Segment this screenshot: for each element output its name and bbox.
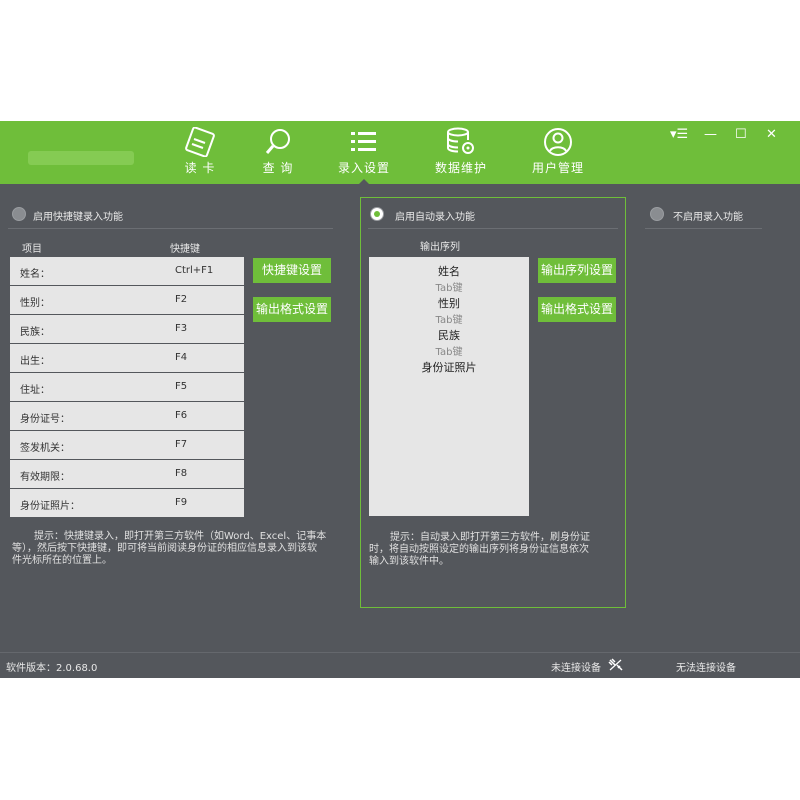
row-key: F2 xyxy=(175,294,188,305)
row-key: F6 xyxy=(175,410,188,421)
list-item: Tab键 xyxy=(435,283,463,294)
nav-user-management-label: 用户管理 xyxy=(531,161,584,175)
nav-input-settings-label: 录入设置 xyxy=(337,161,390,175)
output-sequence-list[interactable]: 姓名 Tab键 性别 Tab键 民族 Tab键 身份证照片 xyxy=(369,257,529,516)
row-key: F9 xyxy=(175,497,188,508)
shortcut-output-format-button[interactable]: 输出格式设置 xyxy=(253,297,331,322)
row-key: Ctrl+F1 xyxy=(175,265,214,276)
app-window: 读 卡 查 询 录入设置 数据维护 用户管理 ▾☰ — ☐ ✕ 启用快捷键录入功… xyxy=(0,121,800,678)
tip-line: 提示：快捷键录入，即打开第三方软件（如Word、Excel、记事本 xyxy=(34,531,327,542)
nav-data-maintenance[interactable]: 数据维护 xyxy=(430,127,492,179)
top-toolbar: 读 卡 查 询 录入设置 数据维护 用户管理 ▾☰ — ☐ ✕ xyxy=(0,121,800,185)
version-text: 软件版本：2.0.68.0 xyxy=(6,663,98,674)
table-row[interactable]: 出生： F4 xyxy=(10,344,244,372)
row-name: 身份证号： xyxy=(20,414,70,425)
divider xyxy=(645,228,762,229)
device-status: 未连接设备 xyxy=(551,663,601,674)
table-row[interactable]: 性别： F2 xyxy=(10,286,244,314)
row-key: F5 xyxy=(175,381,188,392)
table-row[interactable]: 民族： F3 xyxy=(10,315,244,343)
nav-read-card[interactable]: 读 卡 xyxy=(174,127,226,179)
tip-line: 提示：自动录入即打开第三方软件，刷身份证 xyxy=(390,532,590,543)
connection-status: 无法连接设备 xyxy=(676,663,736,674)
shortcut-table: 姓名： Ctrl+F1 性别： F2 民族： F3 出生： F4 住址： F5 身份证号：… xyxy=(10,257,244,518)
divider xyxy=(8,228,333,229)
row-name: 姓名： xyxy=(20,269,50,280)
col-shortcut-header: 快捷键 xyxy=(170,244,200,255)
list-item: Tab键 xyxy=(435,315,463,326)
auto-mode-label: 启用自动录入功能 xyxy=(395,212,475,223)
nav-read-card-label: 读 卡 xyxy=(184,161,216,175)
row-key: F4 xyxy=(175,352,188,363)
list-item: 性别 xyxy=(438,297,460,310)
shortcut-tip: 提示：快捷键录入，即打开第三方软件（如Word、Excel、记事本 等），然后按… xyxy=(12,531,347,567)
list-item: Tab键 xyxy=(435,347,463,358)
table-row[interactable]: 住址： F5 xyxy=(10,373,244,401)
shortcut-mode-radio[interactable] xyxy=(12,207,26,221)
minimize-icon[interactable]: — xyxy=(704,127,717,142)
user-icon xyxy=(544,128,572,156)
row-key: F3 xyxy=(175,323,188,334)
list-item: 身份证照片 xyxy=(421,361,477,374)
search-icon xyxy=(265,129,290,154)
disable-mode-label: 不启用录入功能 xyxy=(673,212,743,223)
auto-tip: 提示：自动录入即打开第三方软件，刷身份证 时，将自动按照设定的输出序列将身份证信… xyxy=(369,532,619,568)
tip-line: 件光标所在的位置上。 xyxy=(12,555,112,566)
nav-data-maintenance-label: 数据维护 xyxy=(434,161,487,175)
nav-input-settings[interactable]: 录入设置 xyxy=(334,127,394,185)
table-row[interactable]: 身份证照片： F9 xyxy=(10,489,244,517)
disconnected-plug-icon xyxy=(608,658,623,671)
nav-query[interactable]: 查 询 xyxy=(252,127,304,179)
list-settings-icon xyxy=(351,132,376,151)
row-name: 身份证照片： xyxy=(20,501,80,512)
row-key: F8 xyxy=(175,468,188,479)
row-name: 住址： xyxy=(20,385,50,396)
row-name: 签发机关： xyxy=(20,443,70,454)
status-divider xyxy=(0,652,800,653)
card-icon xyxy=(185,127,215,157)
maximize-icon[interactable]: ☐ xyxy=(735,127,747,142)
table-row[interactable]: 有效期限： F8 xyxy=(10,460,244,488)
seq-header: 输出序列 xyxy=(420,242,460,253)
row-name: 民族： xyxy=(20,327,50,338)
tip-line: 时，将自动按照设定的输出序列将身份证信息依次 xyxy=(369,544,589,555)
auto-mode-radio[interactable] xyxy=(370,207,384,221)
tip-line: 输入到该软件中。 xyxy=(369,556,449,567)
output-sequence-button[interactable]: 输出序列设置 xyxy=(538,258,616,283)
table-row[interactable]: 姓名： Ctrl+F1 xyxy=(10,257,244,285)
col-item-header: 项目 xyxy=(22,244,42,255)
row-key: F7 xyxy=(175,439,188,450)
divider xyxy=(368,228,618,229)
table-row[interactable]: 身份证号： F6 xyxy=(10,402,244,430)
shortcut-mode-label: 启用快捷键录入功能 xyxy=(33,212,123,223)
close-icon[interactable]: ✕ xyxy=(766,127,777,142)
row-name: 性别： xyxy=(20,298,50,309)
shortcut-settings-button[interactable]: 快捷键设置 xyxy=(253,258,331,283)
list-item: 姓名 xyxy=(438,265,460,278)
table-row[interactable]: 签发机关： F7 xyxy=(10,431,244,459)
nav-user-management[interactable]: 用户管理 xyxy=(528,127,588,179)
list-item: 民族 xyxy=(438,329,460,342)
disable-mode-radio[interactable] xyxy=(650,207,664,221)
row-name: 有效期限： xyxy=(20,472,70,483)
menu-icon[interactable]: ▾☰ xyxy=(670,127,688,142)
nav-query-label: 查 询 xyxy=(262,161,294,175)
tip-line: 等），然后按下快捷键，即可将当前阅读身份证的相应信息录入到该软 xyxy=(12,543,317,554)
database-gear-icon xyxy=(447,127,474,154)
app-logo xyxy=(28,151,134,165)
row-name: 出生： xyxy=(20,356,50,367)
auto-output-format-button[interactable]: 输出格式设置 xyxy=(538,297,616,322)
